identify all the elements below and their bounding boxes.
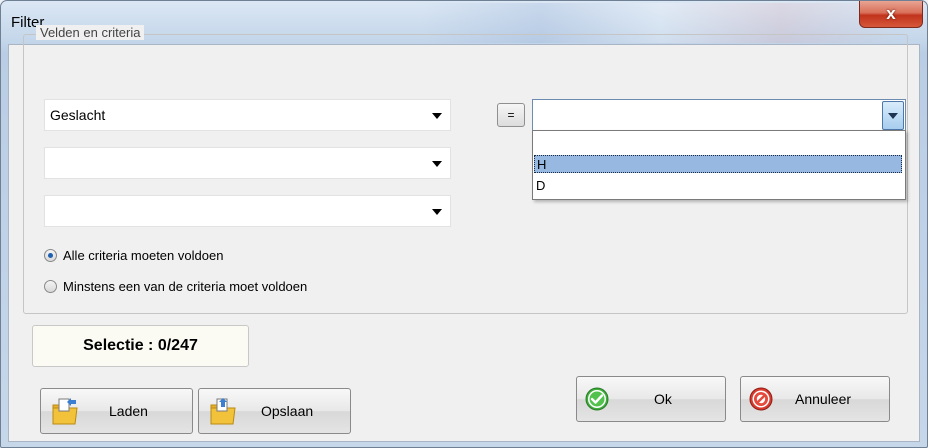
- ok-button[interactable]: Ok: [576, 376, 726, 422]
- radio-button[interactable]: [44, 280, 57, 293]
- cancel-label: Annuleer: [795, 391, 852, 407]
- field-combo-2[interactable]: [44, 147, 451, 179]
- radio-label: Minstens een van de criteria moet voldoe…: [63, 279, 308, 294]
- folder-save-icon: [210, 398, 236, 425]
- save-label: Opslaan: [261, 403, 314, 419]
- chevron-down-icon: [432, 161, 442, 167]
- cancel-button[interactable]: Annuleer: [740, 376, 890, 422]
- value-combo-dropdown-button[interactable]: [882, 101, 904, 130]
- close-button[interactable]: x: [859, 1, 923, 28]
- operator-button[interactable]: =: [497, 103, 525, 127]
- close-icon: x: [886, 4, 896, 23]
- dropdown-option[interactable]: [534, 133, 902, 151]
- cancel-circle-icon: [749, 387, 773, 411]
- dropdown-option[interactable]: D: [534, 177, 902, 195]
- load-label: Laden: [109, 403, 148, 419]
- check-circle-icon: [585, 387, 609, 411]
- selection-count: Selectie : 0/247: [32, 325, 249, 367]
- field-combo-3[interactable]: [44, 195, 451, 227]
- value-dropdown-list: H D: [532, 130, 906, 200]
- save-button[interactable]: Opslaan: [198, 388, 351, 434]
- chevron-down-icon: [432, 113, 442, 119]
- chevron-down-icon: [888, 113, 898, 119]
- radio-label: Alle criteria moeten voldoen: [63, 248, 224, 263]
- dropdown-option-selected[interactable]: H: [534, 155, 902, 173]
- field-combo-value: Geslacht: [50, 107, 106, 123]
- folder-load-icon: [52, 398, 78, 425]
- load-button[interactable]: Laden: [40, 388, 193, 434]
- criteria-group-legend: Velden en criteria: [36, 25, 145, 40]
- radio-all-criteria[interactable]: Alle criteria moeten voldoen: [44, 248, 223, 263]
- field-combo-1[interactable]: Geslacht: [44, 99, 451, 131]
- radio-any-criteria[interactable]: Minstens een van de criteria moet voldoe…: [44, 279, 307, 294]
- chevron-down-icon: [432, 209, 442, 215]
- ok-label: Ok: [654, 391, 672, 407]
- value-combo[interactable]: [532, 99, 906, 132]
- radio-button[interactable]: [44, 249, 57, 262]
